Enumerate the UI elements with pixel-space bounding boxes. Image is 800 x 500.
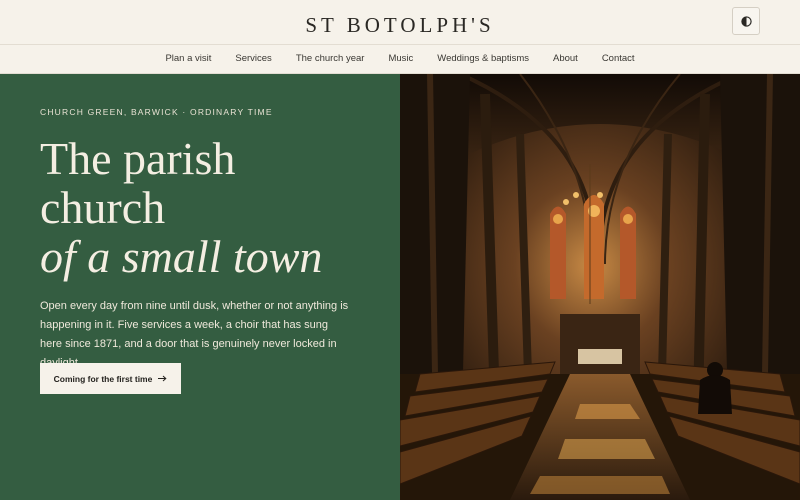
cta-label: Coming for the first time [53, 373, 153, 384]
church-interior-photo [400, 74, 800, 500]
hero-headline: The parish church of a small town [40, 134, 322, 281]
contrast-icon [740, 15, 752, 27]
headline-line-3: of a small town [40, 231, 323, 282]
nav-item-weddings-baptisms[interactable]: Weddings & baptisms [425, 45, 541, 73]
headline-line-1: The parish [40, 133, 236, 184]
nav-item-services[interactable]: Services [223, 45, 283, 73]
arrow-right-icon [158, 375, 167, 382]
nav-item-contact[interactable]: Contact [590, 45, 647, 73]
nav-item-church-year[interactable]: The church year [284, 45, 377, 73]
nav-item-music[interactable]: Music [376, 45, 425, 73]
site-header: ST BOTOLPH'S [0, 0, 800, 45]
nav-item-about[interactable]: About [541, 45, 590, 73]
nav-item-plan-a-visit[interactable]: Plan a visit [153, 45, 223, 73]
hero-eyebrow: CHURCH GREEN, BARWICK · ORDINARY TIME [40, 107, 273, 117]
first-time-button[interactable]: Coming for the first time [40, 363, 181, 394]
main-nav: Plan a visit Services The church year Mu… [0, 45, 800, 74]
headline-line-2: church [40, 182, 166, 233]
site-title[interactable]: ST BOTOLPH'S [0, 13, 800, 38]
theme-toggle-button[interactable] [732, 7, 760, 35]
hero-lede: Open every day from nine until dusk, whe… [40, 300, 349, 369]
